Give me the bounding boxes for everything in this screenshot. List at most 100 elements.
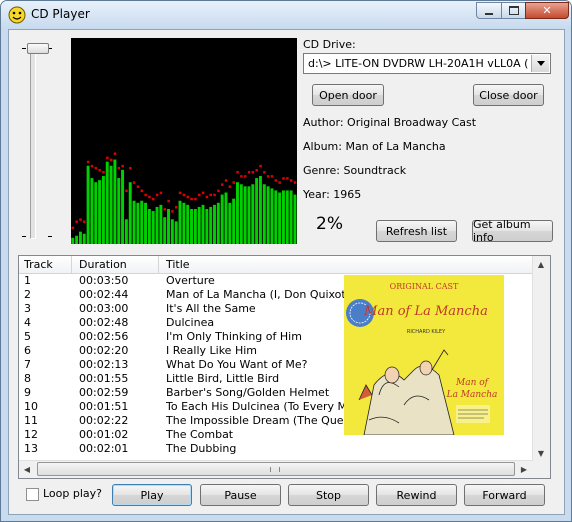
open-door-button[interactable]: Open door — [312, 84, 384, 106]
spectrum-bar — [144, 202, 148, 244]
spectrum-peak — [155, 193, 159, 197]
volume-slider-track[interactable] — [30, 45, 36, 239]
album-text: Album: Man of La Mancha — [303, 140, 446, 153]
maximize-button[interactable] — [501, 2, 526, 19]
spectrum-peak — [236, 171, 239, 174]
column-divider[interactable] — [71, 256, 72, 273]
refresh-list-button[interactable]: Refresh list — [376, 220, 457, 242]
spectrum-peak — [198, 193, 201, 197]
column-header-title[interactable]: Title — [166, 258, 190, 271]
cover-cast-text: RICHARD KILEY — [407, 329, 446, 335]
scroll-up-icon[interactable]: ▲ — [533, 256, 549, 272]
spectrum-bar — [170, 219, 174, 244]
spectrum-bar — [167, 208, 170, 244]
duration-cell: 00:02:20 — [79, 344, 129, 357]
close-door-button[interactable]: Close door — [473, 84, 544, 106]
spectrum-peak — [159, 191, 163, 195]
spectrum-peak — [94, 166, 98, 170]
spectrum-bar — [251, 184, 255, 244]
stop-button[interactable]: Stop — [288, 484, 369, 506]
close-button[interactable]: ✕ — [525, 2, 569, 19]
spectrum-bar — [289, 190, 293, 244]
spectrum-bar — [193, 208, 197, 244]
spectrum-peak — [186, 195, 190, 199]
scroll-left-icon[interactable]: ◀ — [19, 461, 35, 477]
cover-top-text: ORIGINAL CAST — [390, 282, 459, 291]
title-cell: Dulcinea — [166, 316, 215, 329]
duration-cell: 00:02:44 — [79, 288, 129, 301]
spectrum-peak — [266, 175, 270, 178]
spectrum-peak — [217, 189, 220, 193]
spectrum-bar — [78, 231, 82, 244]
spectrum-bar — [101, 176, 105, 244]
track-cell: 9 — [24, 386, 31, 399]
genre-text: Genre: Soundtrack — [303, 164, 407, 177]
title-cell: Man of La Mancha (I, Don Quixote) — [166, 288, 346, 301]
spectrum-peak — [251, 171, 255, 174]
column-divider[interactable] — [158, 256, 159, 273]
loop-play-label[interactable]: Loop play? — [43, 487, 102, 500]
spectrum-bar — [140, 200, 144, 244]
title-cell: I'm Only Thinking of Him — [166, 330, 302, 343]
spectrum-peak — [117, 166, 121, 170]
spectrum-bar — [182, 202, 186, 244]
column-header-track[interactable]: Track — [24, 258, 53, 271]
album-cover-art: ORIGINAL CAST Man of La Mancha RICHARD K… — [344, 275, 504, 435]
spectrum-peak — [278, 181, 281, 184]
spectrum-bar — [113, 159, 117, 244]
spectrum-peak — [209, 193, 212, 197]
title-cell: Little Bird, Little Bird — [166, 372, 280, 385]
spectrum-peak — [232, 181, 235, 184]
chevron-down-icon[interactable] — [531, 55, 549, 72]
minimize-button[interactable] — [476, 2, 502, 19]
title-cell: Barber's Song/Golden Helmet — [166, 386, 330, 399]
scroll-right-icon[interactable]: ▶ — [516, 461, 532, 477]
scroll-down-icon[interactable]: ▼ — [533, 445, 549, 461]
spectrum-bar — [90, 178, 94, 244]
table-row[interactable]: 13 00:02:01 The Dubbing — [19, 442, 533, 456]
spectrum-peak — [102, 171, 105, 174]
spectrum-bar — [86, 165, 90, 244]
track-cell: 13 — [24, 442, 38, 455]
duration-cell: 00:02:56 — [79, 330, 129, 343]
spectrum-peak — [152, 197, 155, 201]
spectrum-bar — [132, 200, 136, 244]
column-header-duration[interactable]: Duration — [79, 258, 127, 271]
pause-button[interactable]: Pause — [200, 484, 281, 506]
spectrum-bar — [105, 161, 109, 244]
spectrum-peak — [243, 175, 247, 178]
duration-cell: 00:01:02 — [79, 428, 129, 441]
spectrum-bar — [239, 184, 243, 244]
spectrum-bar — [82, 233, 86, 244]
spectrum-bar — [75, 235, 79, 244]
spectrum-peak — [75, 220, 78, 223]
title-cell: The Impossible Dream (The Quest) — [166, 414, 346, 427]
play-button[interactable]: Play — [112, 484, 192, 506]
title-bar[interactable]: CD Player ✕ — [1, 1, 571, 29]
volume-slider-thumb[interactable] — [27, 43, 49, 54]
app-smiley-icon — [8, 6, 26, 24]
spectrum-bar — [124, 219, 128, 244]
duration-cell: 00:01:51 — [79, 400, 129, 413]
year-text: Year: 1965 — [303, 188, 362, 201]
track-cell: 4 — [24, 316, 31, 329]
spectrum-peak — [255, 168, 258, 172]
track-list[interactable]: Track Duration Title 1 00:03:50 Overture 2 0… — [18, 255, 551, 479]
cd-drive-select[interactable]: d:\> LITE-ON DVDRW LH-20A1H vLL0A (1:0:0… — [303, 53, 551, 74]
get-album-info-button[interactable]: Get album info — [472, 218, 553, 244]
horizontal-scroll-thumb[interactable] — [37, 462, 515, 476]
loop-play-checkbox[interactable] — [26, 488, 39, 501]
spectrum-bar — [285, 190, 289, 244]
slider-tick — [48, 236, 52, 237]
title-cell: I Really Like Him — [166, 344, 257, 357]
forward-button[interactable]: Forward — [464, 484, 545, 506]
track-list-header: Track Duration Title — [19, 256, 533, 274]
spectrum-peak — [132, 181, 136, 184]
spectrum-peak — [140, 189, 144, 193]
vertical-scrollbar[interactable]: ▲ ▼ — [532, 256, 550, 461]
spectrum-peak — [247, 171, 251, 174]
duration-cell: 00:03:50 — [79, 274, 129, 287]
rewind-button[interactable]: Rewind — [376, 484, 457, 506]
horizontal-scrollbar[interactable]: ◀ ▶ — [19, 460, 533, 478]
spectrum-bar — [243, 186, 247, 244]
